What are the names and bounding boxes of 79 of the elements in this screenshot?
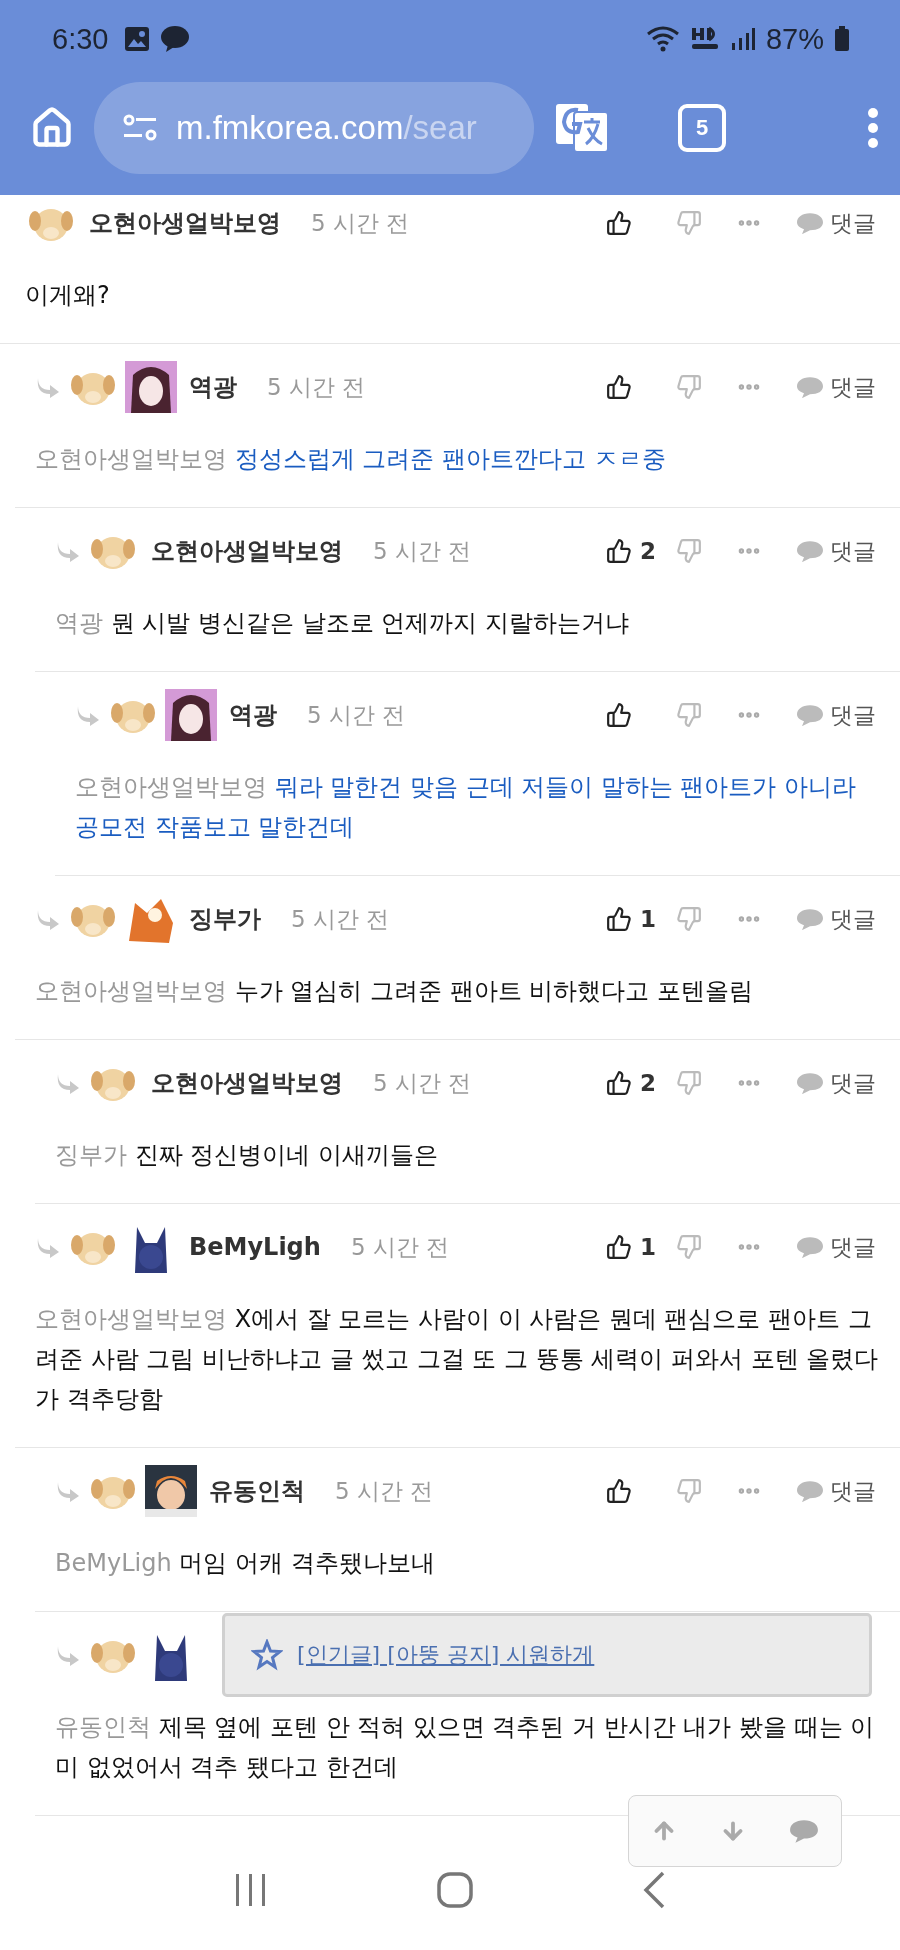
author-name[interactable]: 오현아생얼박보영 [89,207,281,239]
thumbs-up-icon[interactable] [606,702,632,728]
comment-icon [789,1819,820,1843]
comment-icon [796,907,824,931]
like-count: 1 [640,1234,656,1260]
battery-icon [834,26,850,52]
timestamp: 5 시간 전 [350,1232,450,1262]
menu-icon[interactable] [866,107,880,149]
thumbs-up-icon[interactable] [606,210,632,236]
notice-link[interactable]: [인기글] [아뚱 공지] 시원하게 [297,1640,595,1670]
comment-text: 오현아생얼박보영 X에서 잘 모르는 사람이 이 사람은 뭔데 팬심으로 팬아트 그려준 사람 그림 비난하냐고 글 썼고 그걸 또 그 뜡통 세력이 퍼와서 포텐 올렸다가 격추당함 [35,1304,880,1415]
reply-button[interactable]: 댓글 [796,207,876,239]
comment-icon [796,703,824,727]
like-count: 2 [640,1070,656,1096]
hd-voice-icon [689,26,720,52]
author-name[interactable]: 징부가 [189,903,261,935]
timestamp: 5 시간 전 [311,208,410,238]
reply-button[interactable]: 댓글 [796,1475,876,1507]
like-count: 1 [640,906,656,932]
thumbs-down-icon[interactable] [676,702,702,728]
site-settings-icon [122,113,158,143]
author-name[interactable]: 오현아생얼박보영 [151,1067,343,1099]
author-name[interactable]: BeMyLigh [189,1233,321,1261]
timestamp: 5 시간 전 [291,904,390,934]
clock: 6:30 [52,22,109,56]
comment-text: 오현아생얼박보영 뭐라 말한건 맞음 근데 저들이 말하는 팬아트가 아니라 공모전 작품보고 말한건데 [75,772,858,843]
thumbs-up-icon[interactable] [606,906,632,932]
author-name[interactable]: 역광 [229,699,277,731]
timestamp: 5 시간 전 [335,1476,434,1506]
comment-text: 이게왜? [25,280,111,311]
like-count: 2 [640,538,656,564]
thumbs-down-icon[interactable] [676,1478,702,1504]
comment-icon [796,1235,824,1259]
thumbs-up-icon[interactable] [606,538,632,564]
wifi-icon [645,25,680,53]
thumbs-down-icon[interactable] [676,374,702,400]
reply-button[interactable]: 댓글 [796,1067,876,1099]
home-button-icon[interactable] [436,1871,474,1909]
reply-button[interactable]: 댓글 [796,535,876,567]
thumbs-up-icon[interactable] [606,1070,632,1096]
home-icon[interactable] [30,106,74,150]
comment-icon [796,1071,824,1095]
comment-text: 유동인척 제목 옆에 포텐 안 적혀 있으면 격추된 거 반시간 내가 봤을 때는 이미 없었어서 격추 됐다고 한건데 [55,1712,876,1783]
recent-apps-icon[interactable] [234,1872,268,1908]
comment-text: 오현아생얼박보영 정성스럽게 그려준 팬아트깐다고 ㅈㄹ중 [35,444,667,475]
back-icon[interactable] [642,1870,666,1910]
timestamp: 5 시간 전 [373,536,472,566]
comment-icon [796,1479,824,1503]
reply-button[interactable]: 댓글 [796,903,876,935]
author-name[interactable]: 역광 [189,371,237,403]
image-icon [124,26,151,52]
comment-icon [796,375,824,399]
author-name[interactable]: 오현아생얼박보영 [151,535,343,567]
signal-icon [729,26,756,52]
star-icon [251,1639,283,1671]
comment-text: 오현아생얼박보영 누가 열심히 그려준 팬아트 비하했다고 포텐올림 [35,976,754,1007]
chat-bubble-icon [160,25,191,53]
comment-icon [796,539,824,563]
reply-button[interactable]: 댓글 [796,1231,876,1263]
thumbs-down-icon[interactable] [676,906,702,932]
author-name[interactable]: 유동인척 [209,1475,305,1507]
timestamp: 5 시간 전 [267,372,366,402]
comment-icon [796,211,824,235]
timestamp: 5 시간 전 [373,1068,472,1098]
reply-button[interactable]: 댓글 [796,699,876,731]
thumbs-up-icon[interactable] [606,1478,632,1504]
translate-icon[interactable] [554,102,610,154]
timestamp: 5 시간 전 [307,700,406,730]
battery-level: 87% [765,22,824,56]
comment-text: 징부가 진짜 정신병이네 이새끼들은 [55,1140,439,1171]
thumbs-down-icon[interactable] [676,1234,702,1260]
comment-text: 역광 뭔 시발 병신같은 날조로 언제까지 지랄하는거냐 [55,608,630,639]
thumbs-up-icon[interactable] [606,374,632,400]
thumbs-up-icon[interactable] [606,1234,632,1260]
thumbs-down-icon[interactable] [676,1070,702,1096]
reply-button[interactable]: 댓글 [796,371,876,403]
comment-text: BeMyLigh 머임 어캐 격추됐나보내 [55,1548,436,1579]
thumbs-down-icon[interactable] [676,210,702,236]
thumbs-down-icon[interactable] [676,538,702,564]
